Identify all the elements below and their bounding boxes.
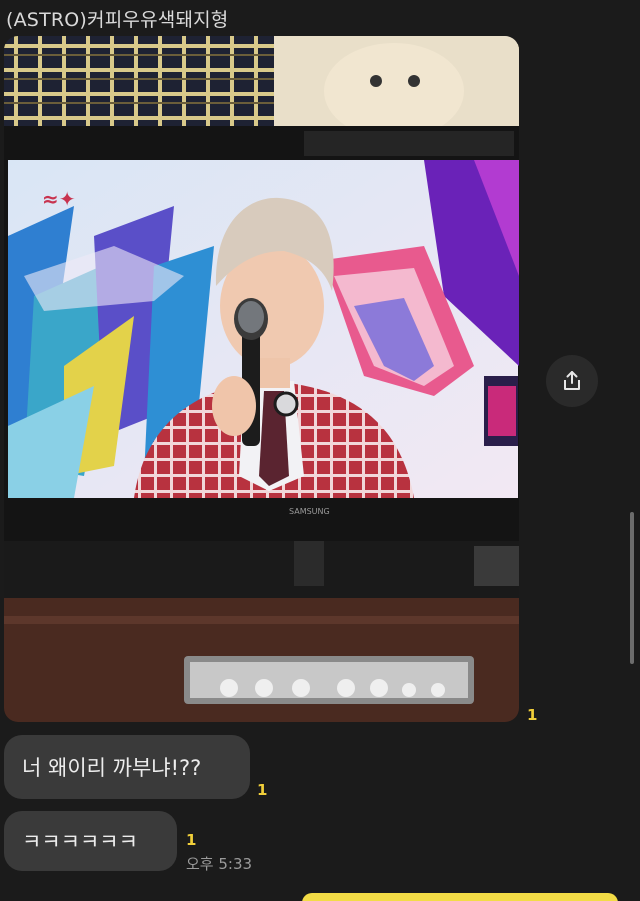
message-text: 너 왜이리 까부냐!??	[22, 756, 202, 780]
unread-count: 1	[257, 781, 268, 799]
message-timestamp: 오후 5:33	[186, 855, 253, 873]
chat-screen: (ASTRO)커피우유색돼지형 ≈✦ SAMSUNG 1 너 왜이리 까부냐!?…	[0, 0, 640, 901]
share-icon	[564, 371, 580, 390]
message-text: ㅋㅋㅋㅋㅋㅋ	[22, 830, 138, 854]
unread-count: 1	[527, 706, 538, 724]
sender-name[interactable]: (ASTRO)커피우유색돼지형	[6, 5, 229, 32]
scrollbar[interactable]	[630, 512, 634, 664]
unread-count: 1	[186, 831, 197, 849]
my-message-bubble-peek[interactable]	[302, 893, 618, 901]
svg-text:≈✦: ≈✦	[42, 187, 76, 211]
message-bubble[interactable]: 너 왜이리 까부냐!??	[4, 735, 250, 799]
tv-brand-label: SAMSUNG	[289, 507, 330, 516]
photo-message[interactable]: ≈✦ SAMSUNG	[4, 36, 519, 722]
message-bubble[interactable]: ㅋㅋㅋㅋㅋㅋ	[4, 811, 177, 871]
share-button[interactable]	[546, 355, 598, 407]
tv-photo: ≈✦ SAMSUNG	[4, 36, 519, 722]
